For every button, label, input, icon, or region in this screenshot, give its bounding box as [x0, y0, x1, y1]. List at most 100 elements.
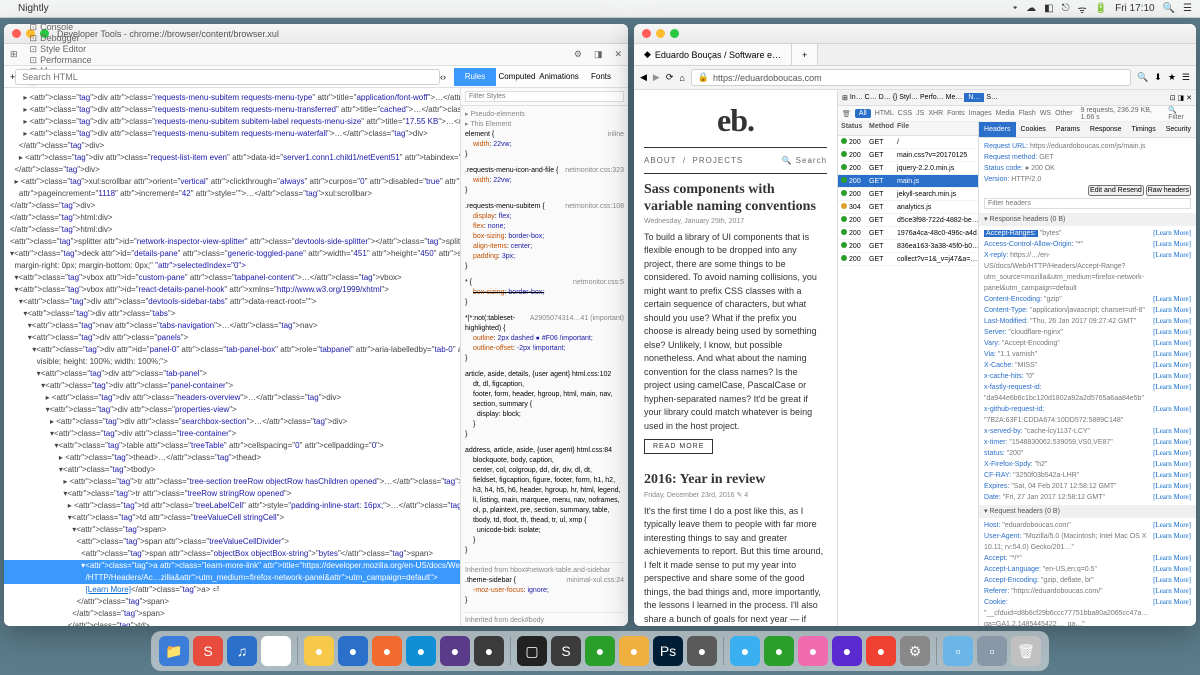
devtool-performance[interactable]: ⊡ Performance: [24, 55, 98, 66]
nav-about[interactable]: ABOUT: [644, 156, 676, 165]
detail-tab-response[interactable]: Response: [1085, 122, 1127, 137]
status-icon[interactable]: ☁: [1026, 3, 1036, 14]
dock-app[interactable]: ▫: [977, 636, 1007, 666]
devtool-console[interactable]: ⊡ Console: [24, 24, 98, 33]
network-row[interactable]: 200GETjekyll-search.min.js: [838, 188, 978, 201]
network-headers-body[interactable]: Request URL: https://eduardoboucas.com/j…: [979, 138, 1196, 626]
response-headers-section[interactable]: ▾ Response headers (0 B): [979, 213, 1196, 226]
network-row[interactable]: 200GETmain.js: [838, 175, 978, 188]
network-row[interactable]: 200GETjquery-2.2.0.min.js: [838, 162, 978, 175]
dock-app[interactable]: ●: [687, 636, 717, 666]
detail-tab-security[interactable]: Security: [1161, 122, 1196, 137]
dom-line[interactable]: [Learn More]</attr">class="tag">a> ⏎: [4, 584, 460, 596]
rules-tab-fonts[interactable]: Fonts: [580, 68, 622, 86]
rules-list[interactable]: ▸ Pseudo-elements▸ This Elementinlineele…: [461, 106, 628, 626]
dock-app[interactable]: ●: [585, 636, 615, 666]
filter-media[interactable]: Media: [996, 110, 1015, 117]
dock-app[interactable]: ●: [730, 636, 760, 666]
filter-input[interactable]: 🔍 Filter: [1168, 106, 1192, 121]
minimize-window[interactable]: [656, 29, 665, 38]
post-title[interactable]: Sass components with variable naming con…: [644, 182, 827, 216]
devtool-tab[interactable]: N…: [964, 93, 984, 102]
filter-fonts[interactable]: Fonts: [947, 110, 965, 117]
learn-more-link[interactable]: [Learn More]: [1153, 349, 1191, 360]
network-row[interactable]: 200GET836ea163-3a38-45f0-b0…: [838, 240, 978, 253]
detail-tab-headers[interactable]: Headers: [979, 122, 1015, 137]
dock-app[interactable]: ●: [798, 636, 828, 666]
dock-app[interactable]: 📁: [159, 636, 189, 666]
learn-more-link[interactable]: [Learn More]: [1153, 470, 1191, 481]
dom-line[interactable]: ▸ <attr">class="tag">tr attr">class="tre…: [4, 476, 460, 488]
toolbox-options-icon[interactable]: ⊡: [1170, 94, 1176, 102]
devtool-debugger[interactable]: ⊡ Debugger: [24, 33, 98, 44]
detail-tab-cookies[interactable]: Cookies: [1016, 122, 1051, 137]
filter-js[interactable]: JS: [916, 110, 924, 117]
learn-more-link[interactable]: [Learn More]: [1153, 492, 1191, 503]
dock-app[interactable]: ●: [764, 636, 794, 666]
dock-app[interactable]: ●: [406, 636, 436, 666]
notifications-icon[interactable]: ☰: [1183, 3, 1192, 14]
learn-more-link[interactable]: [Learn More]: [1153, 426, 1191, 437]
learn-more-link[interactable]: [Learn More]: [1153, 437, 1191, 448]
learn-more-link[interactable]: [Learn More]: [1153, 327, 1191, 338]
learn-more-link[interactable]: [Learn More]: [1153, 531, 1191, 542]
dom-line[interactable]: ▸ <attr">class="tag">xul:scrollbar attr"…: [4, 176, 460, 188]
filter-html[interactable]: HTML: [875, 110, 894, 117]
search-html-input[interactable]: [15, 69, 440, 85]
dom-line[interactable]: </attr">class="tag">html:div>: [4, 212, 460, 224]
downloads-icon[interactable]: ⬇: [1154, 72, 1162, 83]
dom-line[interactable]: </attr">class="tag">div>: [4, 200, 460, 212]
close-window[interactable]: [12, 29, 21, 38]
search-icon[interactable]: 🔍: [1137, 72, 1148, 83]
dom-line[interactable]: ▾<attr">class="tag">table attr">class="t…: [4, 440, 460, 452]
dock-app[interactable]: ●: [832, 636, 862, 666]
filter-headers-input[interactable]: [984, 198, 1191, 209]
dom-line[interactable]: margin-right: 0px; margin-bottom: 0px;" …: [4, 260, 460, 272]
new-tab-button[interactable]: +: [792, 44, 818, 65]
dock-app[interactable]: S: [193, 636, 223, 666]
wifi-icon[interactable]: ᯤ: [1078, 2, 1087, 16]
dom-line[interactable]: <attr">class="tag">span attr">class="tre…: [4, 536, 460, 548]
devtool-tab[interactable]: D…: [879, 94, 891, 101]
dom-line[interactable]: </attr">class="tag">span>: [4, 608, 460, 620]
macos-dock[interactable]: 📁S♫27●●●●●●▢S●●Ps●●●●●●⚙▫▫🗑: [151, 631, 1049, 671]
detail-tab-timings[interactable]: Timings: [1126, 122, 1160, 137]
dom-line[interactable]: ▸ <attr">class="tag">div attr">class="se…: [4, 416, 460, 428]
network-row[interactable]: 304GETanalytics.js: [838, 201, 978, 214]
learn-more-link[interactable]: [Learn More]: [1153, 459, 1191, 470]
learn-more-link[interactable]: [Learn More]: [1153, 338, 1191, 349]
filter-other[interactable]: Other: [1055, 110, 1073, 117]
dom-line[interactable]: ▾<attr">class="tag">td attr">class="tree…: [4, 512, 460, 524]
network-row[interactable]: 200GETcollect?v=1&_v=j47&a=…: [838, 253, 978, 266]
network-row[interactable]: 200GET/: [838, 136, 978, 149]
learn-more-link[interactable]: [Learn More]: [1153, 294, 1191, 305]
post-title[interactable]: 2016: Year in review: [644, 472, 827, 489]
dom-line[interactable]: visible; height: 100%; width: 100%;">: [4, 356, 460, 368]
dom-line[interactable]: ▾<attr">class="tag">div attr">class="pan…: [4, 380, 460, 392]
filter-css[interactable]: CSS: [898, 110, 912, 117]
dom-line[interactable]: ▾<attr">class="tag">tr attr">class="tree…: [4, 488, 460, 500]
dock-app[interactable]: ●: [474, 636, 504, 666]
search-link[interactable]: 🔍 Search: [781, 156, 827, 165]
menu-icon[interactable]: ☰: [1182, 72, 1190, 83]
battery-icon[interactable]: 🔋: [1095, 3, 1107, 14]
learn-more-link[interactable]: [Learn More]: [1153, 250, 1191, 261]
dock-app[interactable]: ●: [372, 636, 402, 666]
raw-headers-button[interactable]: Raw headers: [1146, 185, 1191, 196]
status-icon[interactable]: ᛭: [1012, 3, 1018, 14]
learn-more-link[interactable]: [Learn More]: [1153, 360, 1191, 371]
dock-app[interactable]: ▢: [517, 636, 547, 666]
dock-app[interactable]: ●: [304, 636, 334, 666]
dock-app[interactable]: 27: [261, 636, 291, 666]
reload-button[interactable]: ⟳: [666, 72, 674, 83]
detail-tab-params[interactable]: Params: [1051, 122, 1085, 137]
learn-more-link[interactable]: [Learn More]: [1153, 448, 1191, 459]
dock-app[interactable]: ●: [866, 636, 896, 666]
dom-line[interactable]: </attr">class="tag">td>: [4, 620, 460, 626]
learn-more-link[interactable]: [Learn More]: [1153, 316, 1191, 327]
dom-line[interactable]: <attr">class="tag">span attr">class="obj…: [4, 548, 460, 560]
dom-line[interactable]: ▾<attr">class="tag">nav attr">class="tab…: [4, 320, 460, 332]
home-button[interactable]: ⌂: [679, 73, 684, 83]
dom-line[interactable]: ▾<attr">class="tag">span>: [4, 524, 460, 536]
close-window[interactable]: [642, 29, 651, 38]
